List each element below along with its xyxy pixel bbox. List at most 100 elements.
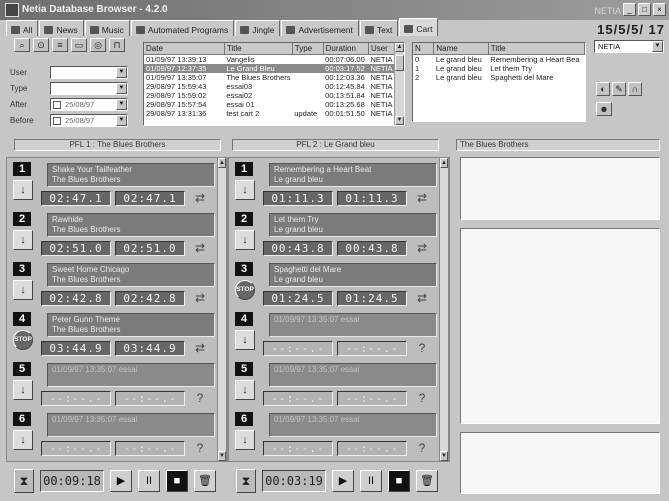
tab-jingle[interactable]: Jingle [235,20,281,36]
player2-slot-1[interactable]: 1 Remembering a Heart Beat Le grand bleu … [231,160,437,210]
player2-scrollbar[interactable]: ▲ ▼ [439,157,449,462]
player1-slot-4[interactable]: 4 Peter Gunn Theme The Blues Brothers STO… [9,310,215,360]
tape-icon[interactable]: ▭ [71,38,87,52]
scroll-down-icon[interactable]: ▼ [440,451,448,461]
hourglass-icon[interactable]: ⧗ [14,469,34,493]
disk-icon[interactable]: ◎ [90,38,106,52]
player2-slot-5[interactable]: 5 01/09/97 13:35:07 essai ↓ --:--.- --:-… [231,360,437,410]
loop-icon[interactable]: ⇄ [413,291,431,306]
play-down-arrow-icon[interactable]: ↓ [235,330,255,350]
scroll-down-icon[interactable]: ▼ [395,116,404,125]
loop-icon[interactable]: ⇄ [191,291,209,306]
tab-cart[interactable]: Cart [399,18,439,36]
after-checkbox[interactable] [53,101,61,109]
column-header-name[interactable]: Name [433,43,489,55]
stop-button[interactable]: ■ [166,470,188,492]
play-down-arrow-icon[interactable]: ↓ [235,180,255,200]
play-down-arrow-icon[interactable]: ↓ [13,380,33,400]
player1-slot-1[interactable]: 1 Shake Your Tailfeather The Blues Brothe… [9,160,215,210]
loop-icon[interactable]: ⇄ [191,241,209,256]
play-down-arrow-icon[interactable]: ↓ [13,280,33,300]
loop-icon[interactable]: ⇄ [191,341,209,356]
type-select[interactable]: ▼ [50,82,128,95]
lock-icon[interactable]: ⊓ [109,38,125,52]
search-icon[interactable]: ⌕ [14,38,30,52]
scroll-down-icon[interactable]: ▼ [218,451,226,461]
help-icon[interactable]: ? [191,391,209,406]
table-row[interactable]: 0 Le grand bleu Remembering a Heart Bea [413,54,585,64]
cart-list[interactable]: Date Title Type Duration User 01/09/97 1… [143,42,405,126]
before-checkbox[interactable] [53,117,61,125]
player1-slot-5[interactable]: 5 01/09/97 13:35:07 essai ↓ --:--.- --:-… [9,360,215,410]
play-down-arrow-icon[interactable]: ↓ [235,230,255,250]
scroll-thumb[interactable] [395,55,404,71]
minimize-button[interactable]: _ [623,3,636,16]
player2-slot-4[interactable]: 4 01/09/97 13:35:07 essai ↓ --:--.- --:-… [231,310,437,360]
scroll-up-icon[interactable]: ▲ [218,158,226,168]
column-header-title[interactable]: Title [488,43,585,55]
tab-all[interactable]: All [6,20,39,36]
table-row-selected[interactable]: 01/09/97 12:37:35 Le Grand Bleu 00:03:17.5… [144,63,404,73]
before-date-field[interactable]: 25/08/97 ▼ [50,114,128,127]
hourglass-icon[interactable]: ⧗ [236,469,256,493]
help-icon[interactable]: ? [413,341,431,356]
after-date-field[interactable]: 25/08/97 ▼ [50,98,128,111]
player2-slot-6[interactable]: 6 01/09/97 13:35:07 essai ↓ --:--.- --:-… [231,410,437,460]
scroll-up-icon[interactable]: ▲ [395,43,404,52]
tab-music[interactable]: Music [84,20,130,36]
chevron-down-icon[interactable]: ▼ [116,83,127,94]
column-header-duration[interactable]: Duration [323,43,369,55]
people-icon[interactable]: ☻ [596,102,612,116]
play-button[interactable]: ▶ [110,470,132,492]
cart-list-scrollbar[interactable]: ▲ ▼ [394,43,404,125]
table-row[interactable]: 29/08/97 13:31:36 test cart 2 update 00:01:… [144,109,404,118]
trash-icon[interactable]: 🗑 [416,470,438,492]
loop-icon[interactable]: ⇄ [413,191,431,206]
pause-button[interactable]: II [138,470,160,492]
column-header-title[interactable]: Title [224,43,293,55]
table-row[interactable]: 1 Le grand bleu Let them Try [413,64,585,73]
stop-icon[interactable]: STOP [235,280,255,300]
table-row[interactable]: 01/09/97 13:39:13 Vangelis 00:07:06.00 NETI… [144,54,404,64]
table-row[interactable]: 29/08/97 15:59:02 essai02 00:13:51.84 NETIA [144,91,404,100]
edit-icon[interactable]: ✎ [612,82,626,96]
player1-scrollbar[interactable]: ▲ ▼ [217,157,227,462]
stop-button[interactable]: ■ [388,470,410,492]
tab-automated-programs[interactable]: Automated Programs [130,20,235,36]
column-header-n[interactable]: N [413,43,435,55]
chevron-down-icon[interactable]: ▼ [652,41,663,52]
cart-contents-list[interactable]: N Name Title 0 Le grand bleu Remembering a… [412,42,586,122]
chevron-down-icon[interactable]: ▼ [116,99,127,110]
tab-advertisement[interactable]: Advertisement [281,20,359,36]
scroll-up-icon[interactable]: ▲ [440,158,448,168]
user-select[interactable]: ▼ [50,66,128,79]
stop-icon[interactable]: STOP [13,330,33,350]
pause-button[interactable]: II [360,470,382,492]
play-down-arrow-icon[interactable]: ↓ [13,230,33,250]
tab-news[interactable]: News [39,20,84,36]
table-row[interactable]: 01/09/97 13:35:07 The Blues Brothers 00:12… [144,73,404,82]
player2-slot-2[interactable]: 2 Let them Try Le grand bleu ↓ 00:43.8 00… [231,210,437,260]
speaker-icon[interactable]: ◐ [596,82,610,96]
player1-slot-2[interactable]: 2 Rawhide The Blues Brothers ↓ 02:51.0 02… [9,210,215,260]
chevron-down-icon[interactable]: ▼ [116,115,127,126]
binoculars-icon[interactable]: ⊙ [33,38,49,52]
close-button[interactable]: × [653,3,666,16]
loop-icon[interactable]: ⇄ [191,191,209,206]
help-icon[interactable]: ? [191,441,209,456]
loop-icon[interactable]: ⇄ [413,241,431,256]
station-select[interactable]: NETIA ▼ [594,40,664,53]
table-row[interactable]: 29/08/97 15:59:43 essai03 00:12:45.84 NETIA [144,82,404,91]
player1-slot-3[interactable]: 3 Sweet Home Chicago The Blues Brothers ↓… [9,260,215,310]
trash-icon[interactable]: 🗑 [194,470,216,492]
table-row[interactable]: 2 Le grand bleu Spaghetti del Mare [413,73,585,82]
play-button[interactable]: ▶ [332,470,354,492]
play-down-arrow-icon[interactable]: ↓ [13,180,33,200]
column-header-date[interactable]: Date [144,43,225,55]
column-header-type[interactable]: Type [292,43,324,55]
player2-slot-3[interactable]: 3 Spaghetti del Mare Le grand bleu STOP 0… [231,260,437,310]
play-down-arrow-icon[interactable]: ↓ [235,380,255,400]
maximize-button[interactable]: □ [638,3,651,16]
player1-slot-6[interactable]: 6 01/09/97 13:35:07 essai ↓ --:--.- --:-… [9,410,215,460]
play-down-arrow-icon[interactable]: ↓ [13,430,33,450]
